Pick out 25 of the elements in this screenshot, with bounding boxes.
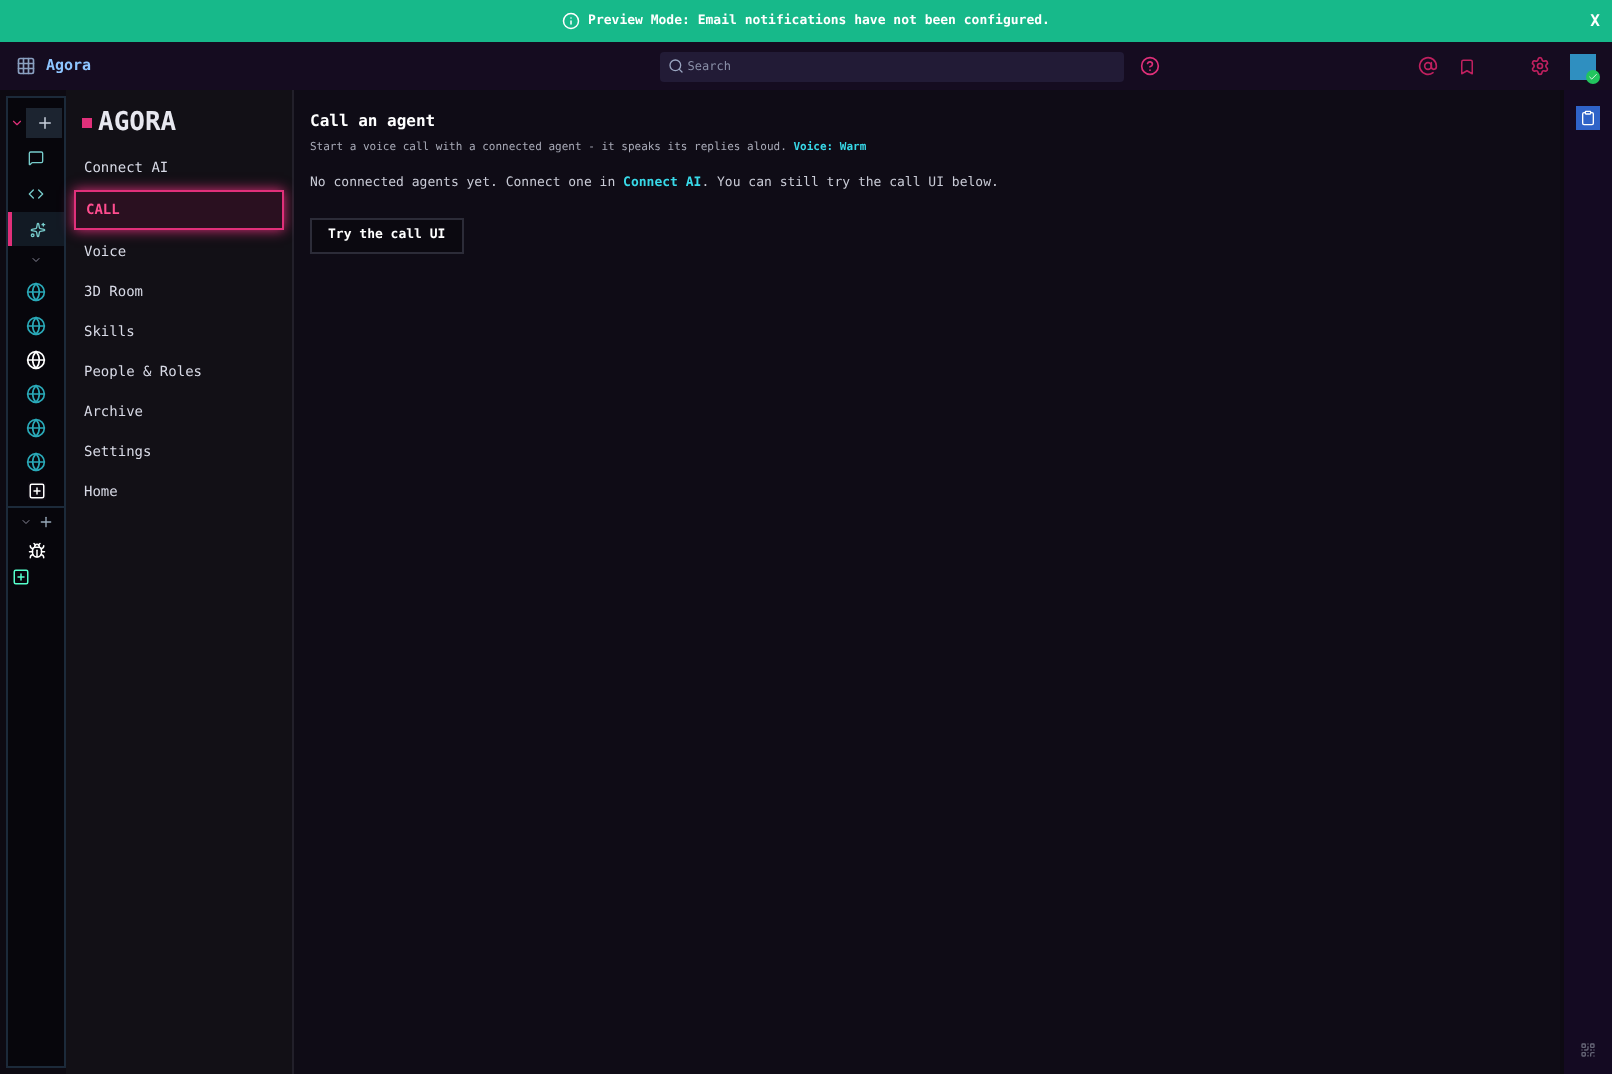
qr-code-icon[interactable]: [1580, 1042, 1596, 1058]
logo: AGORA: [98, 110, 177, 136]
code-icon: [28, 185, 44, 201]
info-icon: [562, 12, 581, 30]
chevron-icon[interactable]: [10, 116, 24, 130]
add-icon[interactable]: [37, 514, 53, 530]
sparkle-rail-item[interactable]: [8, 212, 64, 246]
page-title: Call an agent: [310, 110, 438, 134]
mention-icon[interactable]: [1418, 56, 1439, 76]
user-avatar[interactable]: [1570, 53, 1597, 79]
logo-square-icon: [82, 118, 92, 128]
clipboard-icon: [1580, 110, 1596, 126]
add-server-icon[interactable]: [27, 482, 45, 500]
search-icon: [667, 58, 684, 74]
bookmark-icon[interactable]: [1458, 57, 1477, 75]
sparkle-icon: [30, 221, 46, 237]
clipboard-button[interactable]: [1576, 106, 1600, 130]
bug-icon[interactable]: [27, 542, 45, 560]
apps-grid-icon[interactable]: [16, 56, 36, 76]
settings-icon[interactable]: [1530, 56, 1551, 76]
help-icon[interactable]: [1139, 56, 1160, 76]
add-square-icon[interactable]: [12, 568, 30, 586]
chat-icon: [28, 149, 44, 165]
add-button[interactable]: [26, 108, 62, 138]
plus-icon: [35, 114, 53, 132]
